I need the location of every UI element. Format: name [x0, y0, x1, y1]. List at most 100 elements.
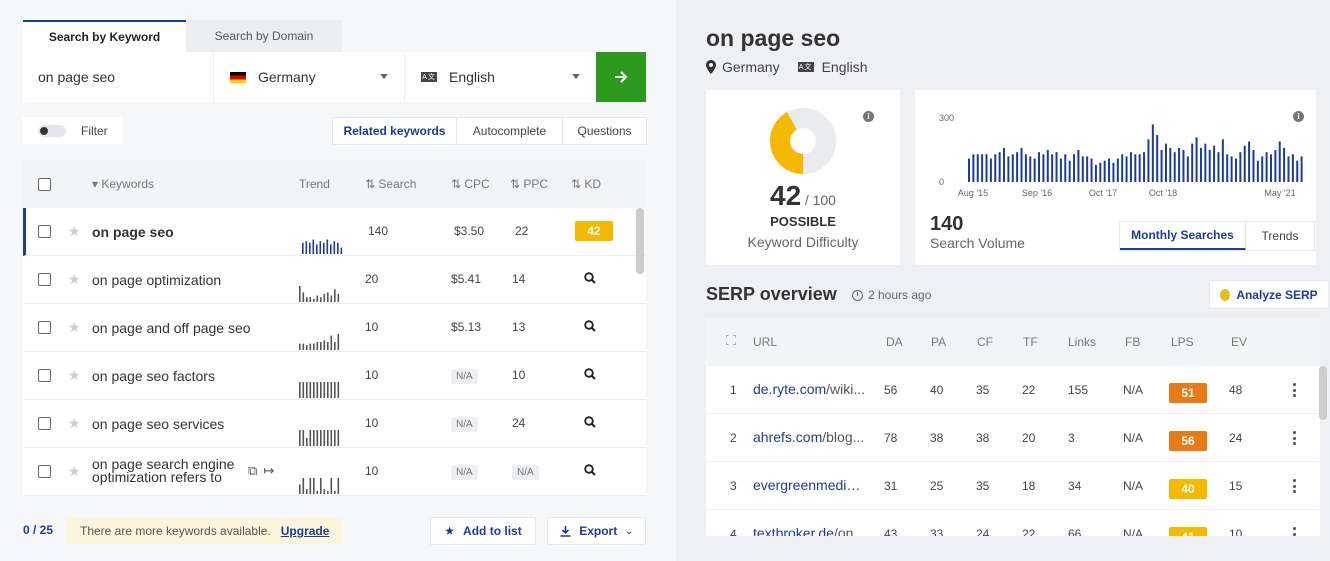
serp-da: 78: [884, 431, 898, 445]
tab-search-by-domain[interactable]: Search by Domain: [186, 20, 342, 52]
serp-ev: 48: [1229, 383, 1243, 397]
kd-badge: 42: [575, 221, 613, 241]
trend-bar: [309, 478, 312, 494]
copy-icon[interactable]: ⧉: [248, 463, 257, 479]
volume-bar: [1191, 143, 1194, 182]
tab-search-by-keyword[interactable]: Search by Keyword: [23, 20, 186, 52]
trend-bar: [320, 478, 322, 494]
trend-bar: [306, 382, 308, 398]
table-row[interactable]: ★ on page seo 140 $3.50 22 42: [23, 208, 646, 256]
serp-url[interactable]: textbroker.de/on...: [753, 525, 868, 536]
more-options-icon[interactable]: [1293, 527, 1297, 536]
volume-bar: [1108, 158, 1111, 182]
select-all-checkbox[interactable]: [38, 178, 51, 191]
keyword-text[interactable]: on page seo services: [92, 416, 224, 432]
tab-monthly-searches[interactable]: Monthly Searches: [1120, 222, 1246, 250]
col-keywords[interactable]: ▾ Keywords: [92, 177, 154, 191]
search-submit-button[interactable]: [596, 52, 646, 102]
note-text: There are more keywords available.: [80, 524, 271, 538]
upgrade-link[interactable]: Upgrade: [281, 524, 330, 538]
search-icon[interactable]: [584, 464, 596, 479]
more-options-icon[interactable]: [1293, 479, 1297, 493]
row-checkbox[interactable]: [38, 273, 51, 286]
row-checkbox[interactable]: [38, 225, 51, 238]
country-select[interactable]: Germany: [213, 52, 404, 102]
star-icon[interactable]: ★: [68, 223, 81, 240]
volume-bar: [1178, 147, 1181, 182]
table-row[interactable]: ★ on page search engine optimization refe…: [23, 448, 646, 496]
add-to-list-button[interactable]: ★ Add to list: [430, 517, 536, 545]
language-select[interactable]: A文 English: [404, 52, 596, 102]
search-icon[interactable]: [584, 320, 596, 335]
keyword-text[interactable]: on page and off page seo: [92, 320, 251, 336]
search-volume-label: Search Volume: [930, 235, 1025, 251]
keyword-text[interactable]: on page seo: [92, 224, 174, 240]
keyword-search-panel: Search by Keyword Search by Domain Germa…: [0, 0, 676, 561]
search-icon[interactable]: [584, 416, 596, 431]
info-icon[interactable]: i: [863, 111, 874, 122]
x-tick-label: Oct '18: [1149, 188, 1177, 198]
analyze-serp-button[interactable]: Analyze SERP: [1209, 280, 1329, 309]
serp-url[interactable]: de.ryte.com/wiki...: [753, 381, 868, 397]
more-options-icon[interactable]: [1293, 431, 1297, 445]
lps-badge: 51: [1169, 383, 1207, 403]
keyword-text[interactable]: on page optimization: [92, 272, 221, 288]
keyword-text[interactable]: on page search engine optimization refer…: [92, 457, 242, 484]
col-cpc[interactable]: ⇅ CPC: [451, 177, 490, 191]
col-pa: PA: [931, 335, 947, 349]
keyword-input[interactable]: [23, 52, 213, 102]
star-icon[interactable]: ★: [68, 319, 81, 336]
tab-trends[interactable]: Trends: [1246, 222, 1314, 250]
volume-bar: [1160, 150, 1163, 182]
search-icon[interactable]: [584, 368, 596, 383]
search-icon[interactable]: [584, 272, 596, 287]
col-kd[interactable]: ⇅ KD: [571, 177, 601, 191]
info-icon[interactable]: i: [1293, 111, 1304, 122]
volume-bar: [989, 158, 992, 182]
col-search[interactable]: ⇅ Search: [365, 177, 416, 191]
trend-bar: [337, 334, 340, 350]
trend-bar: [306, 345, 308, 350]
tab-related-keywords[interactable]: Related keywords: [333, 118, 457, 144]
difficulty-score: 42 / 100: [706, 180, 900, 212]
serp-scrollbar[interactable]: [1319, 366, 1327, 420]
serp-row: 3 evergreenmedia.... 31 25 35 18 34 N/A 40 15: [706, 462, 1320, 510]
star-icon[interactable]: ★: [68, 415, 81, 432]
trend-bar: [323, 294, 326, 302]
trend-bar: [326, 239, 329, 254]
table-row[interactable]: ★ on page optimization 20 $5.41 14: [23, 256, 646, 304]
keyword-text[interactable]: on page seo factors: [92, 368, 215, 384]
serp-cf: 35: [976, 479, 990, 493]
serp-da: 56: [884, 383, 898, 397]
star-icon[interactable]: ★: [68, 463, 81, 480]
table-row[interactable]: ★ on page seo factors 10 N/A 10: [23, 352, 646, 400]
volume-bar: [1077, 150, 1080, 182]
expand-icon[interactable]: [725, 334, 737, 348]
share-icon[interactable]: ↦: [263, 463, 274, 479]
volume-bar: [1199, 147, 1202, 182]
translate-icon: A文: [421, 72, 437, 82]
tab-autocomplete[interactable]: Autocomplete: [457, 118, 563, 144]
table-row[interactable]: ★ on page and off page seo 10 $5.13 13: [23, 304, 646, 352]
col-ppc[interactable]: ⇅ PPC: [510, 177, 548, 191]
serp-fb: N/A: [1123, 383, 1144, 397]
keywords-scrollbar[interactable]: [636, 208, 644, 274]
toggle-switch[interactable]: [38, 124, 66, 137]
serp-url[interactable]: ahrefs.com/blog...: [753, 429, 868, 445]
volume-bar: [976, 154, 979, 182]
row-checkbox[interactable]: [38, 465, 51, 478]
tab-questions[interactable]: Questions: [563, 118, 646, 144]
more-options-icon[interactable]: [1293, 383, 1297, 397]
serp-url[interactable]: evergreenmedia....: [753, 477, 868, 493]
trend-bar: [316, 244, 318, 254]
trend-bar: [334, 430, 336, 446]
table-row[interactable]: ★ on page seo services 10 N/A 24: [23, 400, 646, 448]
star-icon[interactable]: ★: [68, 367, 81, 384]
clock-icon: [852, 289, 863, 301]
export-button[interactable]: Export ⌄: [547, 517, 646, 545]
row-checkbox[interactable]: [38, 369, 51, 382]
star-icon[interactable]: ★: [68, 271, 81, 288]
row-checkbox[interactable]: [38, 321, 51, 334]
row-checkbox[interactable]: [38, 417, 51, 430]
filter-toggle-button[interactable]: Filter: [23, 117, 123, 144]
